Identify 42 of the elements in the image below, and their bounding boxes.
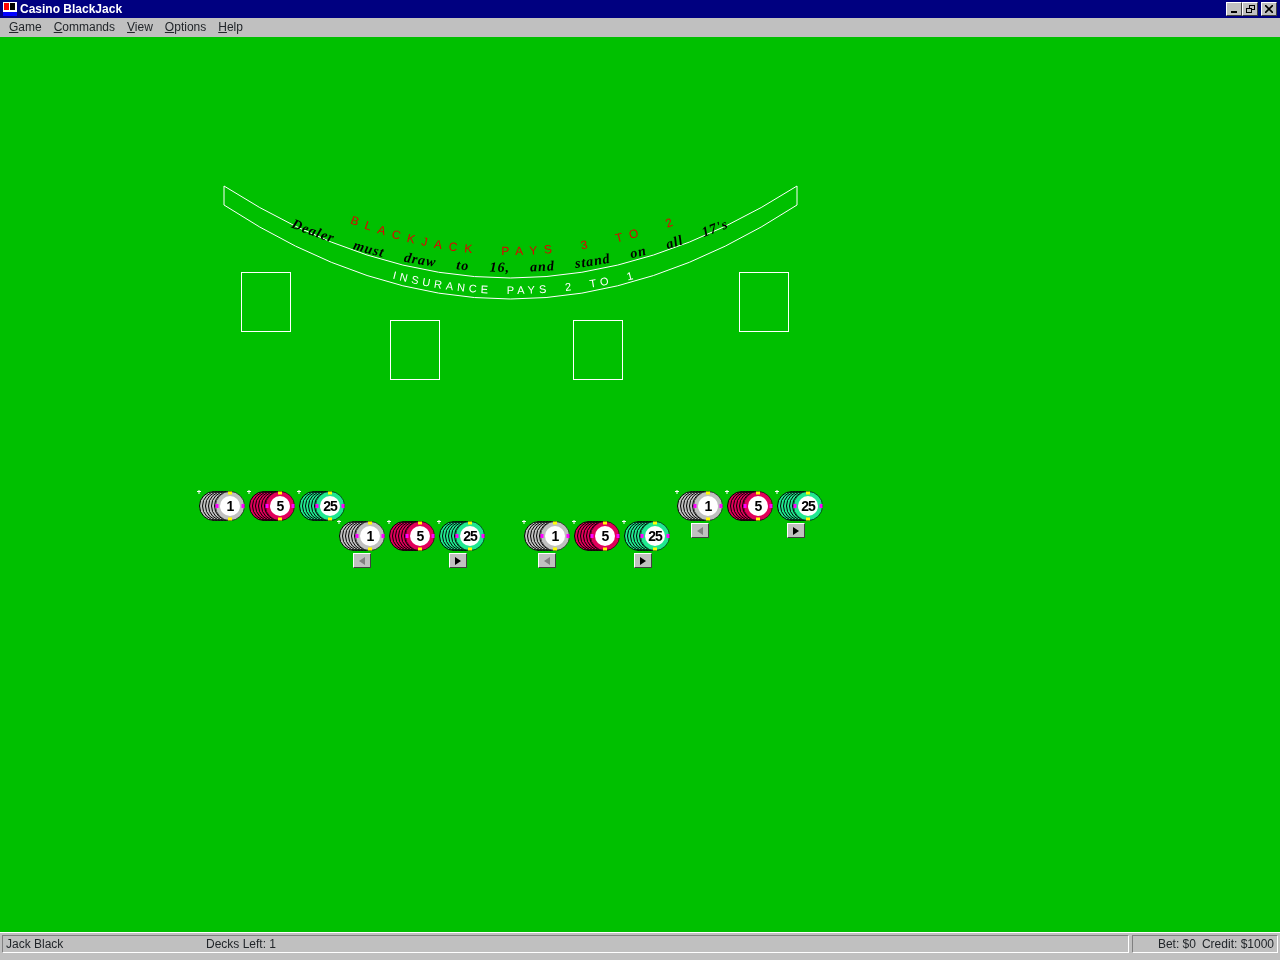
credit-amount: Credit: $1000	[1201, 936, 1274, 952]
right-triangle-icon	[792, 526, 800, 535]
close-icon	[1265, 5, 1273, 13]
decks-left: Decks Left: 1	[206, 936, 277, 952]
right-arrow-button[interactable]	[787, 523, 805, 538]
dealer-rule-word: and	[529, 258, 556, 275]
right-arrow-button[interactable]	[449, 553, 467, 568]
left-triangle-icon	[358, 556, 366, 565]
dealer-rule-word: 16,	[489, 259, 510, 275]
insurance-payout-word: TO	[588, 273, 614, 290]
window-title: Casino BlackJack	[20, 1, 123, 18]
menu-item[interactable]: Commands	[47, 18, 122, 37]
app-icon	[3, 2, 17, 16]
menu-item[interactable]: Options	[158, 18, 213, 37]
player-name: Jack Black	[6, 936, 65, 952]
blackjack-payout-word: PAYS	[501, 241, 560, 259]
blackjack-payout-word: 2	[663, 212, 682, 231]
card-spot	[573, 320, 623, 380]
menu-item[interactable]: Game	[3, 18, 48, 37]
restore-icon	[1245, 5, 1255, 13]
dealer-rule-word: to	[455, 257, 470, 274]
menu-item[interactable]: Help	[212, 18, 249, 37]
dealer-rule-word: draw	[402, 249, 438, 270]
insurance-payout-word: PAYS	[506, 282, 551, 296]
card-spot	[739, 272, 789, 332]
right-arrow-button[interactable]	[634, 553, 652, 568]
insurance-payout-word: 1	[625, 268, 638, 283]
minimize-button[interactable]	[1226, 2, 1242, 16]
close-button[interactable]	[1261, 2, 1277, 16]
dealer-rule-word: all	[663, 232, 686, 252]
left-triangle-icon	[543, 556, 551, 565]
card-spot	[241, 272, 291, 332]
left-triangle-icon	[696, 526, 704, 535]
blackjack-payout-word: 3	[579, 236, 596, 253]
right-triangle-icon	[454, 556, 462, 565]
restore-button[interactable]	[1242, 2, 1258, 16]
insurance-payout-word: 2	[564, 280, 576, 294]
right-triangle-icon	[639, 556, 647, 565]
card-spot	[390, 320, 440, 380]
dealer-rule-word: stand	[574, 250, 612, 271]
menu-item[interactable]: View	[121, 18, 159, 37]
bet-amount: Bet: $0	[1157, 936, 1196, 952]
